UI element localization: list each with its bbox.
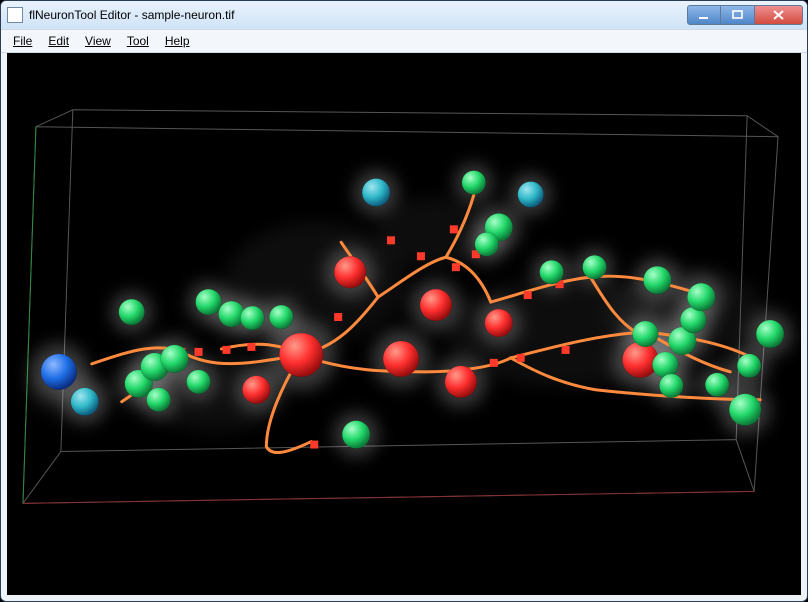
- app-window: flNeuronTool Editor - sample-neuron.tif …: [0, 0, 808, 602]
- minimize-button[interactable]: [687, 5, 721, 25]
- scene-canvas: [7, 53, 801, 595]
- window-controls: [687, 5, 803, 25]
- menu-help[interactable]: Help: [157, 32, 198, 50]
- menubar: File Edit View Tool Help: [1, 29, 807, 53]
- menu-file[interactable]: File: [5, 32, 40, 50]
- 3d-viewport[interactable]: [7, 53, 801, 595]
- titlebar[interactable]: flNeuronTool Editor - sample-neuron.tif: [1, 1, 807, 29]
- app-icon: [7, 7, 23, 23]
- menu-edit[interactable]: Edit: [40, 32, 77, 50]
- close-icon: [772, 9, 786, 21]
- menu-tool[interactable]: Tool: [119, 32, 157, 50]
- close-button[interactable]: [755, 5, 803, 25]
- menu-view[interactable]: View: [77, 32, 119, 50]
- minimize-icon: [698, 10, 710, 20]
- window-title: flNeuronTool Editor - sample-neuron.tif: [29, 8, 687, 22]
- maximize-icon: [732, 10, 744, 20]
- maximize-button[interactable]: [721, 5, 755, 25]
